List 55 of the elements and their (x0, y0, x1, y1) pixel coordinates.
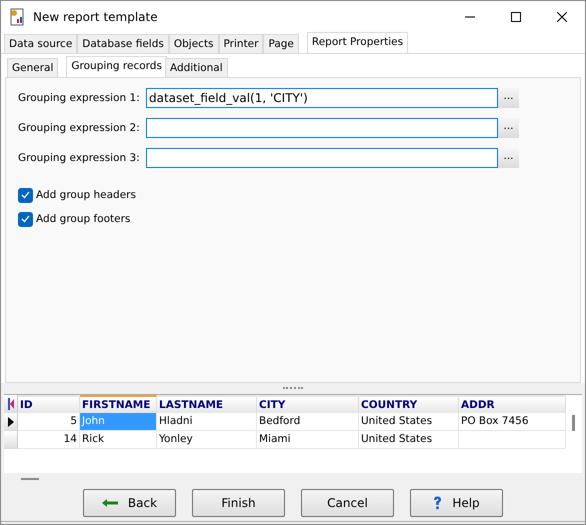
table-cell: United States (359, 413, 459, 431)
table-cell: Miami (257, 431, 359, 449)
row-indicator[interactable] (4, 413, 18, 431)
tab[interactable]: Database fields (77, 34, 169, 53)
table-cell: Hladni (157, 413, 257, 431)
column-header[interactable]: FIRSTNAME (80, 395, 157, 413)
scrollbar-thumb[interactable] (21, 478, 39, 480)
checkbox[interactable] (18, 188, 33, 202)
column-header[interactable]: CITY (257, 395, 359, 413)
table-cell: Yonley (157, 431, 257, 449)
table-cell: Bedford (257, 413, 359, 431)
table-cell: PO Box 7456 (459, 413, 566, 431)
browse-button[interactable]: ... (498, 118, 519, 138)
row-pointer-icon (8, 416, 14, 426)
tab[interactable]: Grouping records (66, 56, 167, 77)
column-header[interactable]: ADDR (459, 395, 566, 413)
table-cell: 14 (18, 431, 80, 449)
checkmark-icon (21, 191, 30, 199)
window-title: New report template (33, 10, 159, 24)
arrow-left-icon (102, 499, 118, 507)
checkbox[interactable] (18, 212, 33, 226)
table-cell: Rick (80, 431, 157, 449)
tab[interactable]: Printer (218, 34, 264, 53)
expression-field[interactable] (146, 148, 498, 168)
expression-field[interactable] (146, 118, 498, 138)
table-cell: 5 (18, 413, 80, 431)
tab[interactable]: Report Properties (306, 32, 408, 53)
checkbox-label: Add group footers (36, 213, 130, 225)
checkbox-label: Add group headers (36, 189, 136, 201)
table-cell: United States (359, 431, 459, 449)
browse-button[interactable]: ... (498, 148, 519, 168)
tab[interactable]: Objects (168, 34, 219, 53)
checkmark-icon (21, 215, 30, 223)
browse-button[interactable]: ... (498, 88, 519, 108)
tab[interactable]: Data source (4, 34, 78, 53)
column-header[interactable]: ID (18, 395, 80, 413)
tab[interactable]: General (7, 58, 58, 77)
field-label: Grouping expression 1: (18, 92, 141, 104)
field-label: Grouping expression 2: (18, 122, 141, 134)
first-record-icon (8, 398, 14, 410)
help-icon (433, 496, 442, 510)
tab[interactable]: Additional (164, 58, 228, 77)
table-cell: John (80, 413, 157, 431)
column-header[interactable]: COUNTRY (359, 395, 459, 413)
tab[interactable]: Page (263, 34, 299, 53)
scrollbar-thumb[interactable] (572, 415, 574, 431)
field-label: Grouping expression 3: (18, 152, 141, 164)
expression-field[interactable]: dataset_field_val(1, 'CITY') (146, 88, 498, 108)
report-icon (9, 8, 25, 26)
dialog-button[interactable]: Help (410, 489, 503, 517)
column-header[interactable]: LASTNAME (157, 395, 257, 413)
dialog-button[interactable]: Cancel (301, 489, 394, 517)
dialog-button[interactable]: Finish (192, 489, 285, 517)
dialog-button[interactable]: Back (83, 489, 176, 517)
splitter-handle[interactable] (283, 386, 303, 390)
